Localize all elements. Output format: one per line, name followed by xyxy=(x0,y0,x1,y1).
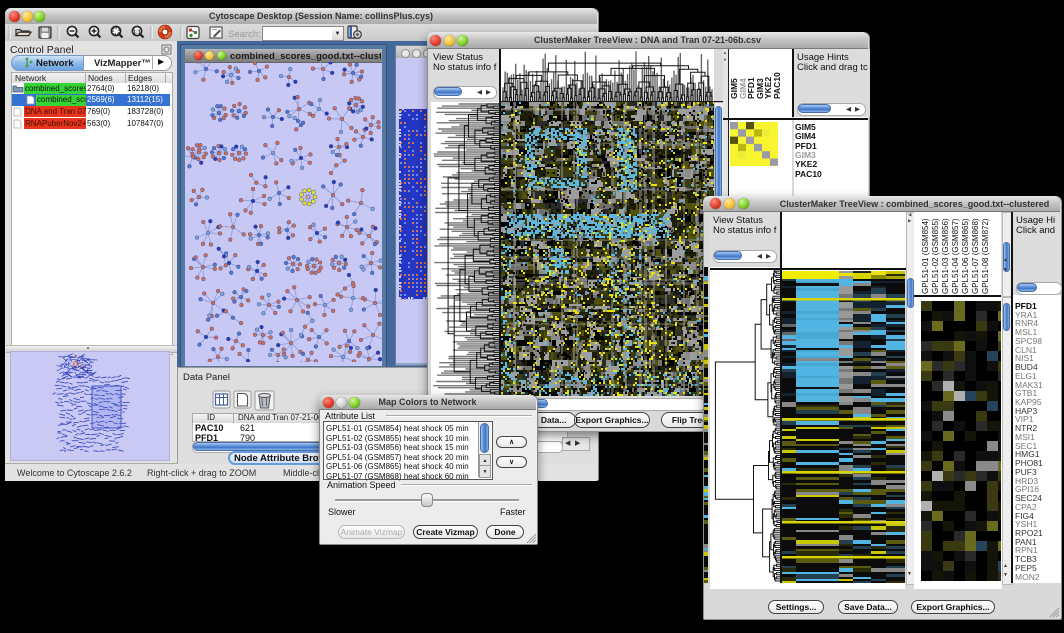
svg-text:1:1: 1:1 xyxy=(133,29,141,35)
